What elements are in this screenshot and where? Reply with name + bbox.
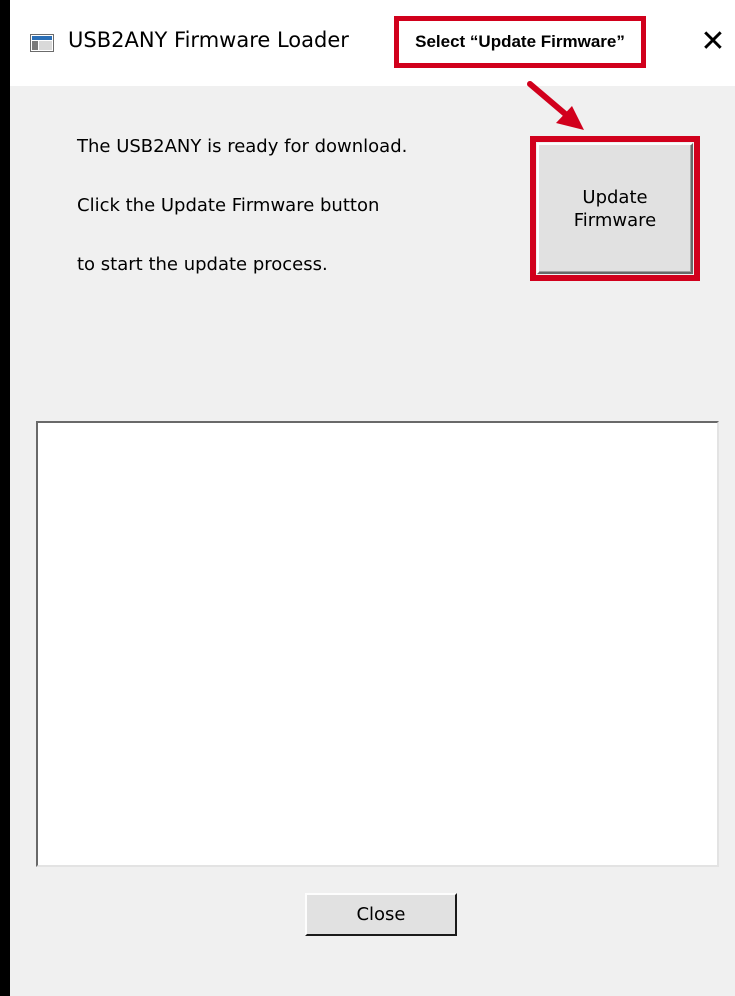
update-firmware-label-line1: Update: [582, 186, 648, 208]
annotation-arrow-icon: [527, 81, 584, 130]
close-button[interactable]: Close: [305, 893, 457, 936]
update-firmware-button[interactable]: Update Firmware: [537, 143, 693, 274]
instruction-message-continued: to start the update process.: [77, 254, 328, 275]
firmware-loader-window: USB2ANY Firmware Loader ✕ Select “Update…: [10, 0, 735, 996]
close-icon[interactable]: ✕: [693, 22, 733, 62]
update-firmware-label-line2: Firmware: [573, 209, 657, 231]
log-output-box[interactable]: [36, 421, 719, 867]
instruction-message: Click the Update Firmware button: [77, 195, 380, 216]
window-title: USB2ANY Firmware Loader: [68, 28, 349, 52]
ready-message: The USB2ANY is ready for download.: [77, 136, 408, 157]
window-app-icon: [30, 34, 54, 52]
annotation-callout: Select “Update Firmware”: [394, 16, 646, 68]
